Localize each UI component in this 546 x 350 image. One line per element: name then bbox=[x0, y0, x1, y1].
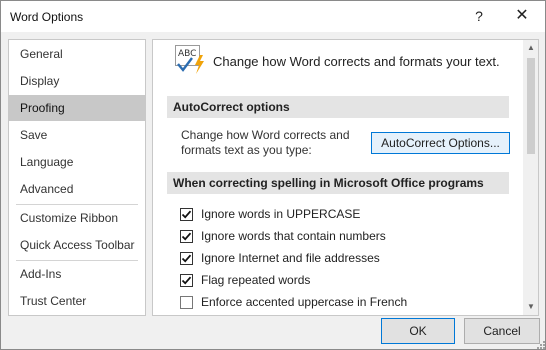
nav-item-quick-access-toolbar[interactable]: Quick Access Toolbar bbox=[9, 232, 145, 258]
abc-spellcheck-icon: ABC bbox=[175, 45, 207, 75]
close-button[interactable]: ✕ bbox=[506, 4, 538, 28]
cancel-button[interactable]: Cancel bbox=[464, 318, 540, 344]
resize-grip-icon[interactable] bbox=[537, 341, 545, 349]
option-enforce-accented-uppercase[interactable]: Enforce accented uppercase in French bbox=[180, 293, 407, 311]
option-ignore-internet-addresses[interactable]: Ignore Internet and file addresses bbox=[180, 249, 380, 267]
nav-item-advanced[interactable]: Advanced bbox=[9, 176, 145, 202]
option-flag-repeated-words[interactable]: Flag repeated words bbox=[180, 271, 310, 289]
proofing-panel: ABC Change how Word corrects and formats… bbox=[152, 39, 539, 316]
checkbox[interactable] bbox=[180, 229, 193, 243]
nav-item-language[interactable]: Language bbox=[9, 149, 145, 175]
title-bar: Word Options ? ✕ bbox=[1, 1, 545, 32]
checkbox[interactable] bbox=[180, 251, 193, 265]
abc-icon-text: ABC bbox=[178, 49, 196, 59]
checkmark-icon bbox=[181, 254, 192, 263]
option-label: Ignore Internet and file addresses bbox=[201, 251, 380, 265]
checkmark-icon bbox=[181, 232, 192, 241]
checkmark-icon bbox=[181, 210, 192, 219]
nav-item-general[interactable]: General bbox=[9, 41, 145, 67]
word-options-dialog: Word Options ? ✕ General Display Proofin… bbox=[0, 0, 546, 350]
option-label: Ignore words in UPPERCASE bbox=[201, 207, 361, 221]
nav-item-proofing[interactable]: Proofing bbox=[9, 95, 145, 121]
scroll-down-icon[interactable]: ▼ bbox=[523, 299, 538, 315]
option-ignore-numbers[interactable]: Ignore words that contain numbers bbox=[180, 227, 386, 245]
checkbox[interactable] bbox=[180, 207, 193, 221]
help-button[interactable]: ? bbox=[463, 4, 495, 28]
nav-item-customize-ribbon[interactable]: Customize Ribbon bbox=[9, 205, 145, 231]
panel-header-text: Change how Word corrects and formats you… bbox=[213, 54, 500, 69]
autocorrect-description: Change how Word corrects and formats tex… bbox=[181, 128, 350, 157]
autocorrect-section-title: AutoCorrect options bbox=[167, 96, 509, 118]
nav-item-add-ins[interactable]: Add-Ins bbox=[9, 261, 145, 287]
scroll-up-icon[interactable]: ▲ bbox=[523, 40, 538, 56]
option-label: Ignore words that contain numbers bbox=[201, 229, 386, 243]
option-label: Enforce accented uppercase in French bbox=[201, 295, 408, 309]
window-title: Word Options bbox=[10, 10, 84, 24]
nav-item-display[interactable]: Display bbox=[9, 68, 145, 94]
ok-button[interactable]: OK bbox=[381, 318, 455, 344]
checkbox[interactable] bbox=[180, 295, 193, 309]
vertical-scrollbar[interactable]: ▲ ▼ bbox=[523, 40, 538, 315]
checkmark-icon bbox=[181, 276, 192, 285]
spelling-section-title: When correcting spelling in Microsoft Of… bbox=[167, 172, 509, 194]
options-nav: General Display Proofing Save Language A… bbox=[8, 39, 146, 316]
option-ignore-uppercase[interactable]: Ignore words in UPPERCASE bbox=[180, 205, 360, 223]
checkbox[interactable] bbox=[180, 273, 193, 287]
scroll-thumb[interactable] bbox=[527, 58, 535, 154]
nav-item-trust-center[interactable]: Trust Center bbox=[9, 288, 145, 314]
nav-item-save[interactable]: Save bbox=[9, 122, 145, 148]
autocorrect-options-button[interactable]: AutoCorrect Options... bbox=[371, 132, 510, 154]
option-label: Flag repeated words bbox=[201, 273, 311, 287]
